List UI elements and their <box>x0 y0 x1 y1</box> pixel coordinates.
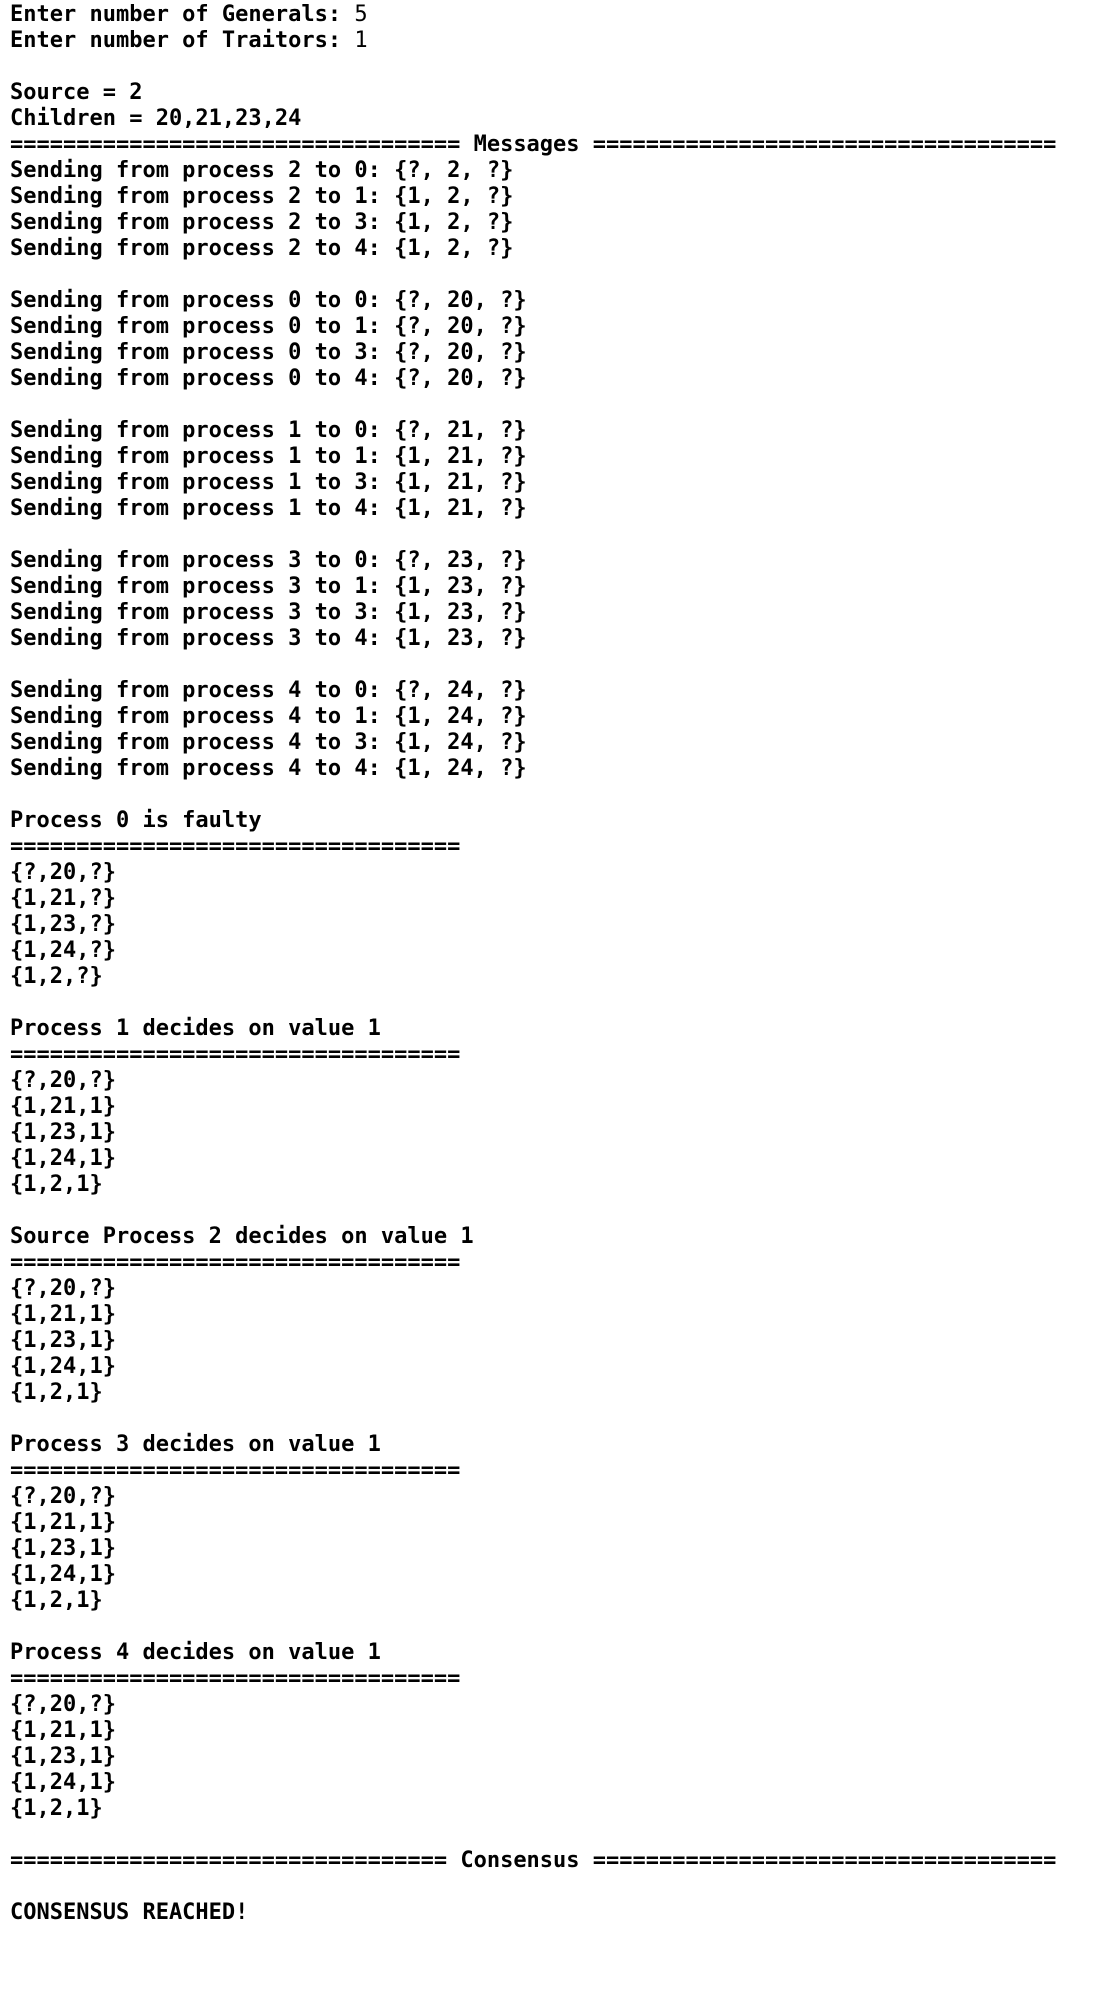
process-blocks: Process 0 is faulty =====================… <box>10 808 1105 1822</box>
message-line: Sending from process 2 to 0: {?, 2, ?} <box>10 158 514 183</box>
process-value-line: {1,21,1} <box>10 1510 116 1535</box>
generals-input-value: 5 <box>354 2 368 27</box>
message-line: Sending from process 0 to 4: {?, 20, ?} <box>10 366 527 391</box>
message-line: Sending from process 2 to 4: {1, 2, ?} <box>10 236 514 261</box>
process-value-line: {1,2,1} <box>10 1588 103 1613</box>
process-value-line: {?,20,?} <box>10 1484 116 1509</box>
process-value-line: {1,23,1} <box>10 1120 116 1145</box>
process-block-title: Process 3 decides on value 1 <box>10 1432 381 1457</box>
process-value-line: {1,23,1} <box>10 1744 116 1769</box>
generals-prompt-label: Enter number of Generals: <box>10 2 355 27</box>
process-value-line: {1,21,1} <box>10 1302 116 1327</box>
message-line: Sending from process 4 to 0: {?, 24, ?} <box>10 678 527 703</box>
message-line: Sending from process 0 to 3: {?, 20, ?} <box>10 340 527 365</box>
message-line: Sending from process 4 to 4: {1, 24, ?} <box>10 756 527 781</box>
terminal-output: Enter number of Generals: 5 Enter number… <box>10 2 1105 1926</box>
message-line: Sending from process 0 to 0: {?, 20, ?} <box>10 288 527 313</box>
process-value-line: {1,23,?} <box>10 912 116 937</box>
process-value-line: {1,21,1} <box>10 1718 116 1743</box>
traitors-prompt-label: Enter number of Traitors: <box>10 28 355 53</box>
process-value-line: {?,20,?} <box>10 1068 116 1093</box>
process-value-line: {?,20,?} <box>10 1692 116 1717</box>
process-block-title: Process 4 decides on value 1 <box>10 1640 381 1665</box>
process-block-rule: ================================== <box>10 834 461 859</box>
process-value-line: {?,20,?} <box>10 860 116 885</box>
generals-prompt-line: Enter number of Generals: 5 <box>10 2 1105 28</box>
process-value-line: {1,24,?} <box>10 938 116 963</box>
process-block-rule: ================================== <box>10 1042 461 1067</box>
message-line: Sending from process 1 to 0: {?, 21, ?} <box>10 418 527 443</box>
process-value-line: {1,21,?} <box>10 886 116 911</box>
process-block-title: Process 1 decides on value 1 <box>10 1016 381 1041</box>
process-value-line: {1,24,1} <box>10 1146 116 1171</box>
message-line: Sending from process 2 to 1: {1, 2, ?} <box>10 184 514 209</box>
message-line: Sending from process 1 to 3: {1, 21, ?} <box>10 470 527 495</box>
process-value-line: {1,24,1} <box>10 1562 116 1587</box>
process-block-rule: ================================== <box>10 1458 461 1483</box>
message-line: Sending from process 1 to 1: {1, 21, ?} <box>10 444 527 469</box>
children-line: Children = 20,21,23,24 <box>10 106 302 131</box>
message-line: Sending from process 3 to 4: {1, 23, ?} <box>10 626 527 651</box>
process-value-line: {1,2,1} <box>10 1796 103 1821</box>
message-line: Sending from process 2 to 3: {1, 2, ?} <box>10 210 514 235</box>
process-block-rule: ================================== <box>10 1250 461 1275</box>
source-line: Source = 2 <box>10 80 143 105</box>
process-value-line: {1,2,1} <box>10 1380 103 1405</box>
process-value-line: {1,23,1} <box>10 1328 116 1353</box>
message-line: Sending from process 1 to 4: {1, 21, ?} <box>10 496 527 521</box>
message-line: Sending from process 4 to 3: {1, 24, ?} <box>10 730 527 755</box>
message-line: Sending from process 3 to 1: {1, 23, ?} <box>10 574 527 599</box>
process-value-line: {1,2,?} <box>10 964 103 989</box>
process-value-line: {1,2,1} <box>10 1172 103 1197</box>
process-block-title: Source Process 2 decides on value 1 <box>10 1224 474 1249</box>
process-value-line: {1,23,1} <box>10 1536 116 1561</box>
message-line: Sending from process 4 to 1: {1, 24, ?} <box>10 704 527 729</box>
process-block-rule: ================================== <box>10 1666 461 1691</box>
consensus-header: ================================= Consen… <box>10 1848 1057 1873</box>
process-value-line: {?,20,?} <box>10 1276 116 1301</box>
process-value-line: {1,21,1} <box>10 1094 116 1119</box>
messages-header: ================================== Messa… <box>10 132 1057 157</box>
process-value-line: {1,24,1} <box>10 1354 116 1379</box>
traitors-prompt-line: Enter number of Traitors: 1 <box>10 28 1105 54</box>
message-line: Sending from process 3 to 3: {1, 23, ?} <box>10 600 527 625</box>
message-line: Sending from process 3 to 0: {?, 23, ?} <box>10 548 527 573</box>
message-line: Sending from process 0 to 1: {?, 20, ?} <box>10 314 527 339</box>
process-value-line: {1,24,1} <box>10 1770 116 1795</box>
consensus-result: CONSENSUS REACHED! <box>10 1900 249 1925</box>
message-groups: Sending from process 2 to 0: {?, 2, ?} Se… <box>10 158 1105 808</box>
process-block-title: Process 0 is faulty <box>10 808 262 833</box>
traitors-input-value: 1 <box>354 28 368 53</box>
